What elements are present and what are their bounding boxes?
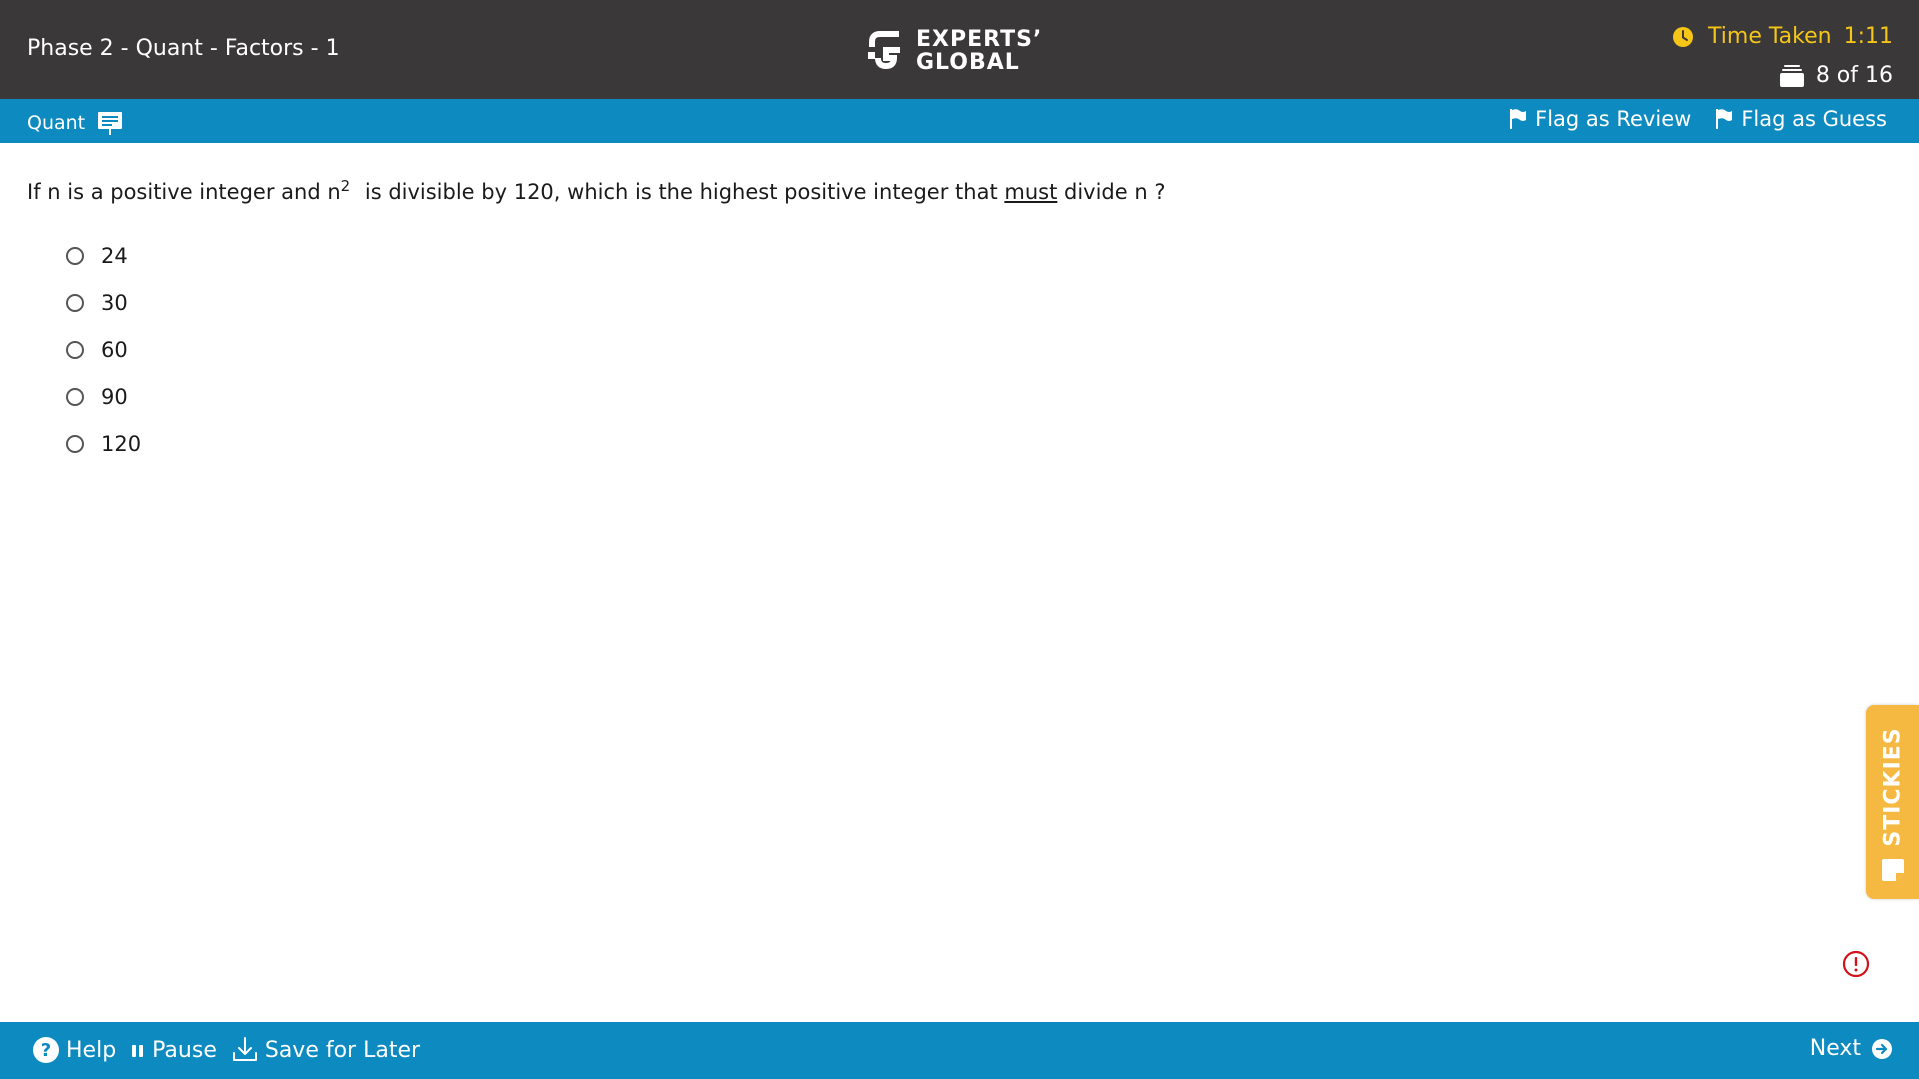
flag-as-guess-button[interactable]: Flag as Guess xyxy=(1715,107,1887,131)
flag-as-review-button[interactable]: Flag as Review xyxy=(1509,107,1691,131)
question-text-part-3: divide n ? xyxy=(1057,180,1166,204)
next-label: Next xyxy=(1809,1036,1861,1061)
logo-line-2: GLOBAL xyxy=(916,50,1020,75)
radio-button[interactable] xyxy=(66,434,84,453)
help-icon: ? xyxy=(33,1037,59,1063)
question-stem: If n is a positive integer and n2 is div… xyxy=(27,177,1166,204)
radio-button[interactable] xyxy=(66,293,84,312)
pause-label: Pause xyxy=(152,1037,217,1063)
section-name: Quant xyxy=(27,112,86,134)
question-superscript: 2 xyxy=(340,177,351,195)
radio-button[interactable] xyxy=(66,246,84,265)
report-alert-icon[interactable] xyxy=(1842,950,1870,978)
bottom-actions: ? Help Pause Save for Later xyxy=(32,1036,434,1064)
arrow-right-circle-icon xyxy=(1872,1038,1892,1059)
save-label: Save for Later xyxy=(264,1037,421,1063)
bottom-bar: ? Help Pause Save for Later Next xyxy=(0,1022,1919,1079)
next-button[interactable]: Next xyxy=(1810,1036,1893,1061)
logo-text: EXPERTS’ GLOBAL xyxy=(916,28,1042,74)
option-label: 60 xyxy=(101,337,128,362)
logo-mark-icon xyxy=(868,31,900,70)
stickies-label: STICKIES xyxy=(1880,727,1905,847)
answer-option[interactable]: 30 xyxy=(66,279,141,326)
progress-text: 8 of 16 xyxy=(1815,63,1893,88)
flag-review-label: Flag as Review xyxy=(1535,107,1692,131)
timer-value: 1:11 xyxy=(1843,24,1893,49)
question-stack-icon xyxy=(1779,64,1804,87)
flag-guess-label: Flag as Guess xyxy=(1741,107,1887,131)
section-indicator: Quant xyxy=(27,110,123,136)
clock-icon xyxy=(1673,26,1694,47)
download-icon xyxy=(232,1037,257,1061)
option-label: 30 xyxy=(101,290,128,315)
section-bar: Quant Flag as Review Flag as Guess xyxy=(0,99,1919,143)
logo-line-1: EXPERTS’ xyxy=(916,27,1043,52)
time-taken: Time Taken 1:11 xyxy=(1672,24,1893,49)
answer-option[interactable]: 90 xyxy=(66,373,141,420)
top-header: Phase 2 - Quant - Factors - 1 EXPERTS’ G… xyxy=(0,0,1919,99)
answer-option[interactable]: 60 xyxy=(66,326,141,373)
question-text-part-2: is divisible by 120, which is the highes… xyxy=(358,180,1005,204)
option-label: 120 xyxy=(101,431,142,456)
answer-option[interactable]: 120 xyxy=(66,420,141,467)
flag-controls: Flag as Review Flag as Guess xyxy=(1485,107,1887,131)
experts-global-logo: EXPERTS’ GLOBAL xyxy=(866,26,1042,76)
option-label: 90 xyxy=(101,384,128,409)
question-text-part-1: If n is a positive integer and n xyxy=(27,180,341,204)
whiteboard-icon[interactable] xyxy=(97,110,123,136)
pause-icon xyxy=(132,1045,144,1057)
answer-option[interactable]: 24 xyxy=(66,232,141,279)
radio-button[interactable] xyxy=(66,387,84,406)
question-progress: 8 of 16 xyxy=(1779,63,1893,88)
svg-text:?: ? xyxy=(41,1040,51,1061)
option-label: 24 xyxy=(101,243,128,268)
question-emphasis: must xyxy=(1004,180,1058,204)
flag-icon xyxy=(1510,109,1527,129)
stickies-tab[interactable]: STICKIES xyxy=(1866,705,1919,899)
pause-button[interactable]: Pause xyxy=(130,1038,217,1063)
radio-button[interactable] xyxy=(66,340,84,359)
test-title: Phase 2 - Quant - Factors - 1 xyxy=(27,36,340,61)
sticky-note-icon xyxy=(1882,859,1904,881)
flag-icon xyxy=(1716,109,1733,129)
timer-label: Time Taken xyxy=(1708,24,1832,49)
answer-options: 24 30 60 90 120 xyxy=(66,232,141,467)
help-label: Help xyxy=(66,1037,117,1063)
save-for-later-button[interactable]: Save for Later xyxy=(231,1036,420,1064)
help-button[interactable]: ? Help xyxy=(32,1036,116,1064)
